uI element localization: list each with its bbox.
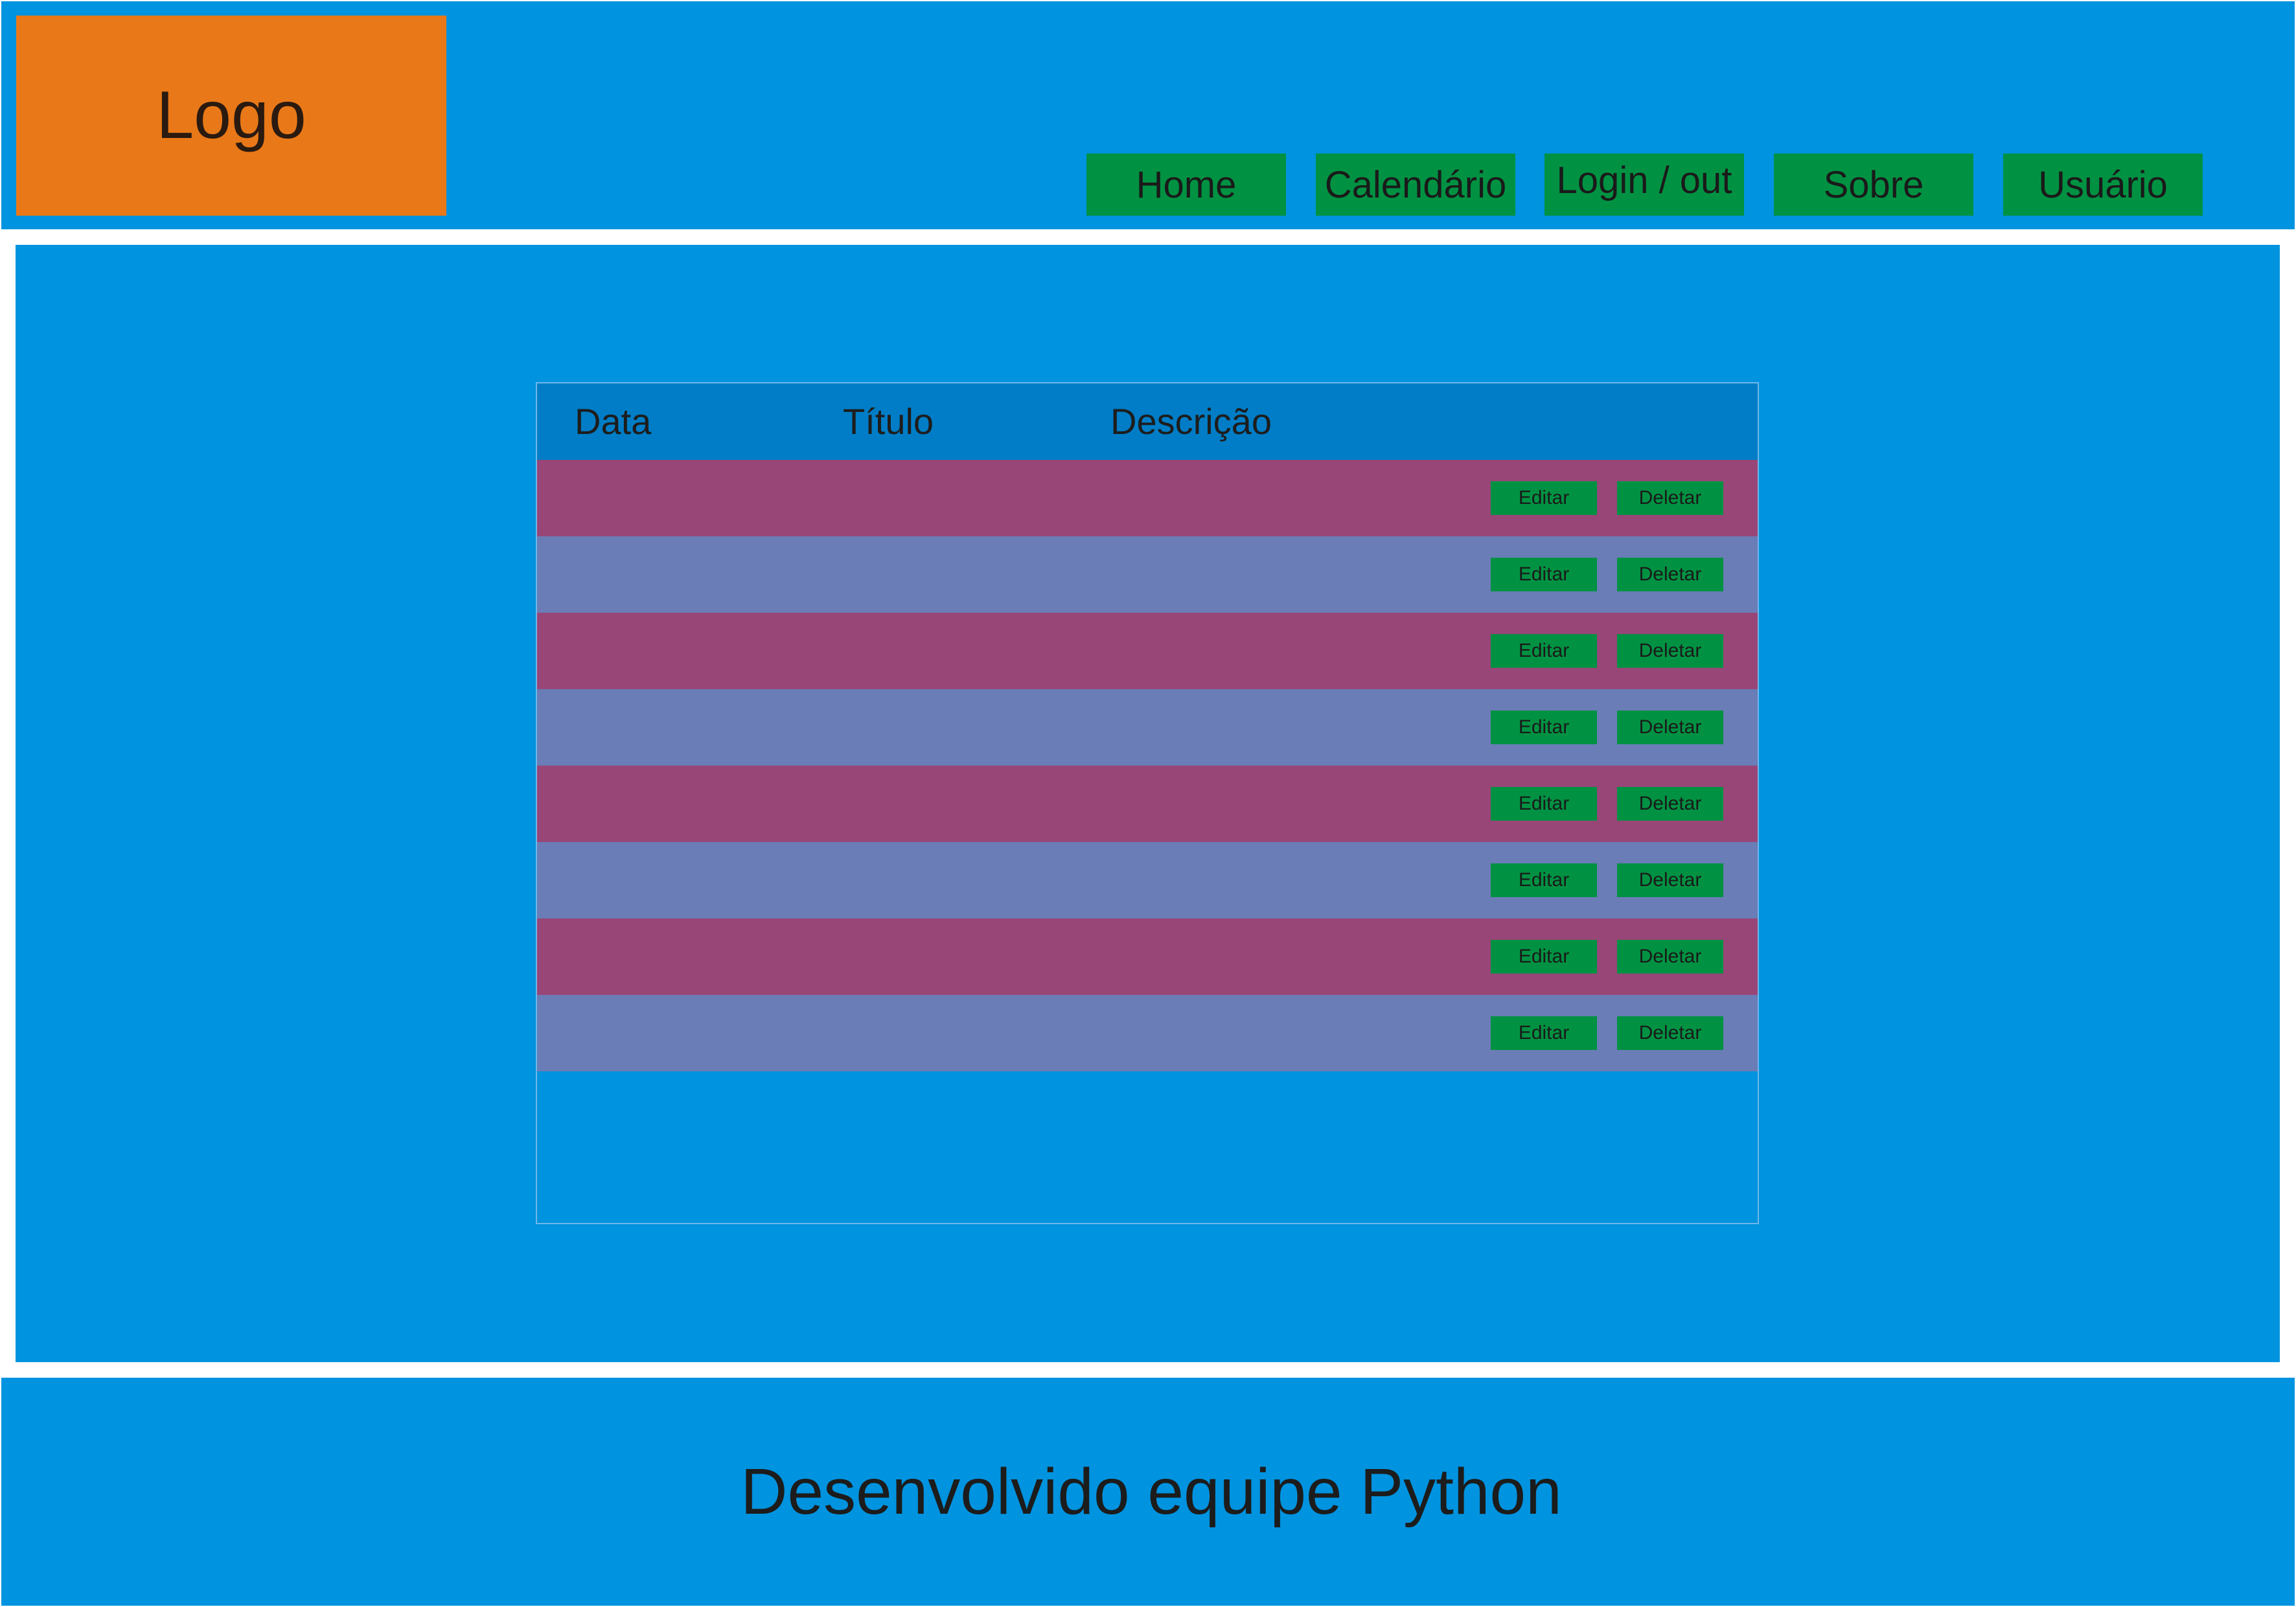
table-row: Editar Deletar [537, 689, 1758, 766]
table-row: Editar Deletar [537, 766, 1758, 842]
nav-calendario-button[interactable]: Calendário [1316, 154, 1515, 216]
table-row: Editar Deletar [537, 918, 1758, 995]
delete-button[interactable]: Deletar [1617, 634, 1723, 668]
column-header-data: Data [575, 401, 652, 442]
delete-button[interactable]: Deletar [1617, 940, 1723, 974]
table-row: Editar Deletar [537, 995, 1758, 1071]
edit-button[interactable]: Editar [1491, 558, 1597, 591]
table-row: Editar Deletar [537, 536, 1758, 613]
header: Logo Home Calendário Login / out Sobre U… [1, 1, 2295, 229]
delete-button[interactable]: Deletar [1617, 1016, 1723, 1050]
delete-button[interactable]: Deletar [1617, 558, 1723, 591]
table-body: Editar Deletar Editar Deletar Editar Deletar E… [537, 460, 1758, 1071]
edit-button[interactable]: Editar [1491, 863, 1597, 897]
table-row: Editar Deletar [537, 842, 1758, 918]
column-header-descricao: Descrição [1110, 401, 1272, 442]
logo[interactable]: Logo [16, 16, 446, 216]
edit-button[interactable]: Editar [1491, 787, 1597, 821]
footer: Desenvolvido equipe Python [1, 1378, 2295, 1606]
edit-button[interactable]: Editar [1491, 711, 1597, 744]
edit-button[interactable]: Editar [1491, 1016, 1597, 1050]
events-table: Data Título Descrição Editar Deletar Edita… [536, 382, 1759, 1224]
column-header-titulo: Título [843, 401, 934, 442]
edit-button[interactable]: Editar [1491, 481, 1597, 515]
delete-button[interactable]: Deletar [1617, 481, 1723, 515]
footer-text: Desenvolvido equipe Python [740, 1455, 1562, 1528]
delete-button[interactable]: Deletar [1617, 711, 1723, 744]
table-row: Editar Deletar [537, 613, 1758, 689]
table-row: Editar Deletar [537, 460, 1758, 536]
nav-sobre-button[interactable]: Sobre [1774, 154, 1973, 216]
table-header: Data Título Descrição [537, 383, 1758, 460]
nav-home-button[interactable]: Home [1086, 154, 1286, 216]
nav-usuario-button[interactable]: Usuário [2003, 154, 2203, 216]
delete-button[interactable]: Deletar [1617, 863, 1723, 897]
edit-button[interactable]: Editar [1491, 634, 1597, 668]
nav-login-out-button[interactable]: Login / out [1544, 154, 1744, 216]
delete-button[interactable]: Deletar [1617, 787, 1723, 821]
main-content: Data Título Descrição Editar Deletar Edita… [16, 245, 2280, 1362]
edit-button[interactable]: Editar [1491, 940, 1597, 974]
